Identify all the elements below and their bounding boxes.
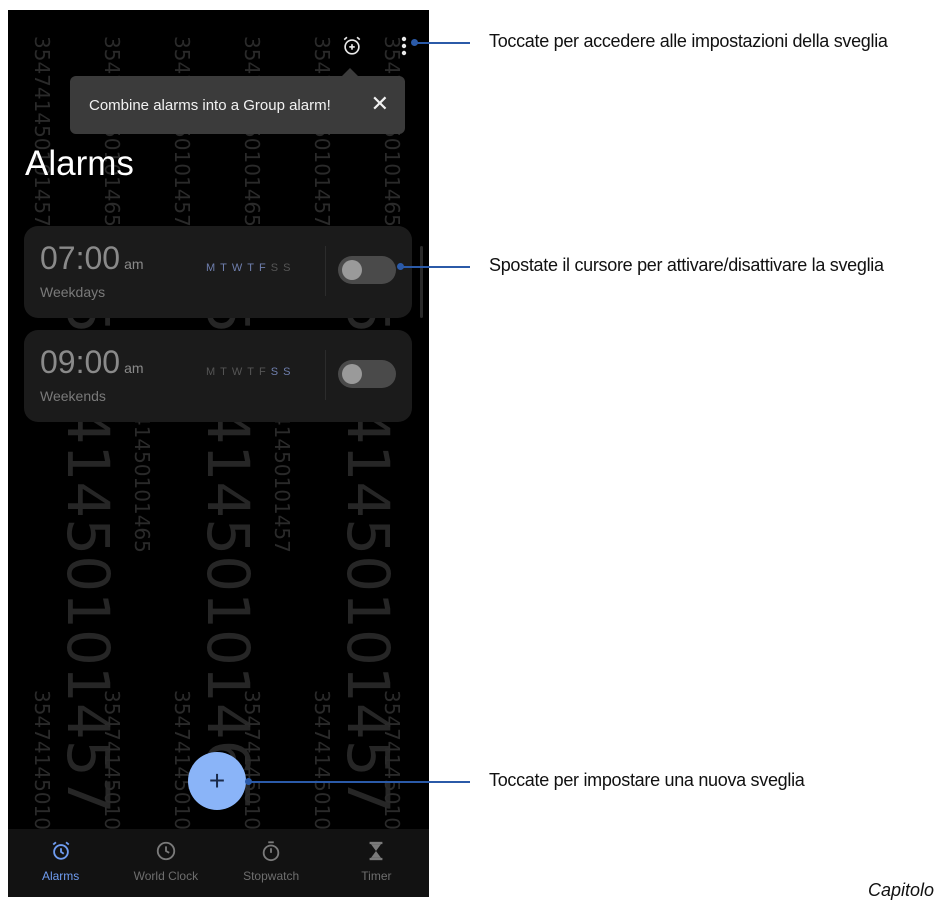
group-alarm-tooltip: Combine alarms into a Group alarm! ✕ — [70, 68, 405, 134]
repeat-days: M T W T F S S — [206, 262, 295, 274]
nav-item-alarms[interactable]: Alarms — [8, 829, 113, 897]
day-label: M — [206, 366, 220, 378]
divider — [325, 350, 326, 400]
alarm-card[interactable]: 09:00 am Weekends M T W T F S S — [24, 330, 412, 422]
nav-item-world-clock[interactable]: World Clock — [113, 829, 218, 897]
tooltip-text: Combine alarms into a Group alarm! — [89, 96, 331, 114]
bottom-navigation: Alarms World Clock Stopwatch Timer — [8, 829, 429, 897]
alarm-label: Weekdays — [40, 284, 106, 300]
nav-label: Stopwatch — [243, 869, 300, 883]
callout-toggle-text: Spostate il cursore per attivare/disatti… — [489, 255, 884, 275]
day-label: W — [231, 262, 247, 274]
day-label: T — [220, 262, 231, 274]
day-label: T — [247, 262, 259, 274]
more-vert-icon[interactable] — [392, 32, 416, 60]
divider — [325, 246, 326, 296]
nav-label: Alarms — [41, 869, 80, 883]
callout-line — [400, 266, 470, 268]
day-label: S — [283, 366, 295, 378]
watermark-text: 354741450101457 — [30, 36, 54, 227]
clock-icon — [155, 839, 177, 863]
alarm-time-value: 07:00 — [40, 240, 121, 276]
add-alarm-button[interactable]: + — [188, 752, 246, 810]
day-label: S — [270, 366, 283, 378]
alarm-label: Weekends — [40, 388, 106, 404]
alarm-toggle[interactable] — [338, 360, 396, 388]
alarm-time-value: 09:00 — [40, 344, 121, 380]
page-title: Alarms — [25, 144, 134, 183]
day-label: M — [206, 262, 220, 274]
alarm-clock-icon — [50, 839, 72, 863]
callout-line — [248, 781, 470, 783]
hourglass-icon — [365, 839, 387, 863]
alarm-card[interactable]: 07:00 am Weekdays M T W T F S S — [24, 226, 412, 318]
alarm-time: 09:00 am — [40, 344, 144, 381]
plus-icon: + — [208, 765, 226, 796]
day-label: T — [220, 366, 231, 378]
toggle-knob — [342, 260, 362, 280]
nav-label: Timer — [361, 869, 392, 883]
alarm-add-icon[interactable] — [338, 32, 366, 60]
day-label: F — [259, 262, 270, 274]
callout-settings-text: Toccate per accedere alle impostazioni d… — [489, 31, 888, 51]
scrollbar[interactable] — [420, 246, 423, 318]
alarm-ampm: am — [124, 360, 144, 376]
day-label: S — [283, 262, 295, 274]
toggle-knob — [342, 364, 362, 384]
nav-item-stopwatch[interactable]: Stopwatch — [219, 829, 324, 897]
callout-new-alarm-text: Toccate per impostare una nuova sveglia — [489, 770, 805, 790]
day-label: W — [231, 366, 247, 378]
close-icon[interactable]: ✕ — [371, 92, 389, 116]
alarm-ampm: am — [124, 256, 144, 272]
nav-label: World Clock — [133, 869, 199, 883]
stopwatch-icon — [260, 839, 282, 863]
day-label: F — [259, 366, 270, 378]
nav-item-timer[interactable]: Timer — [324, 829, 429, 897]
repeat-days: M T W T F S S — [206, 366, 295, 378]
day-label: S — [270, 262, 283, 274]
alarm-time: 07:00 am — [40, 240, 144, 277]
callout-line — [414, 42, 470, 44]
day-label: T — [247, 366, 259, 378]
phone-screen: 354741450101457 354741450101465 35474145… — [8, 10, 429, 897]
footer-chapter-label: Capitolo — [868, 880, 935, 900]
alarm-toggle[interactable] — [338, 256, 396, 284]
